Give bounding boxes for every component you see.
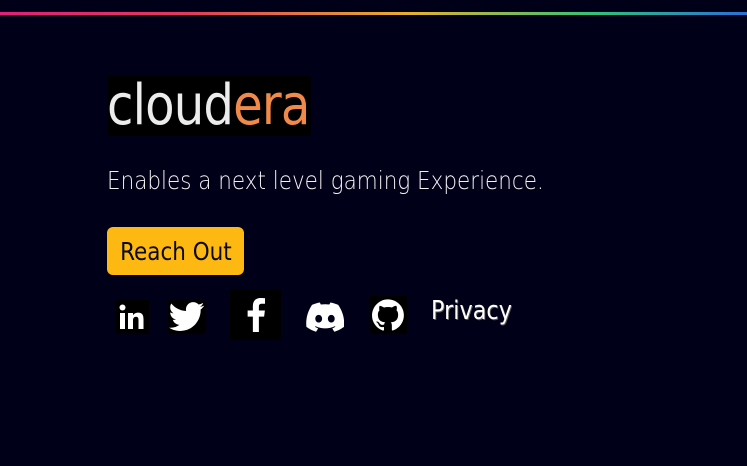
logo-text-accent: era	[233, 73, 310, 138]
facebook-icon	[247, 298, 265, 332]
discord-link[interactable]	[305, 300, 345, 334]
linkedin-link[interactable]	[115, 300, 149, 334]
logo-text-primary: cloud	[107, 73, 234, 138]
github-icon	[372, 299, 404, 331]
brand-logo[interactable]: cloud era	[107, 73, 312, 138]
reach-out-button[interactable]: Reach Out	[107, 227, 244, 275]
tagline: Enables a next level gaming Experience.	[107, 166, 544, 195]
twitter-icon	[169, 302, 205, 331]
facebook-link[interactable]	[230, 290, 281, 340]
page: cloud era Enables a next level gaming Exp…	[0, 0, 747, 466]
github-link[interactable]	[369, 296, 407, 334]
reach-out-label: Reach Out	[119, 236, 232, 266]
gradient-top-bar	[0, 12, 747, 15]
twitter-link[interactable]	[168, 300, 206, 334]
linkedin-icon	[119, 304, 144, 329]
privacy-link[interactable]: Privacy	[431, 296, 512, 326]
discord-icon	[306, 302, 344, 332]
